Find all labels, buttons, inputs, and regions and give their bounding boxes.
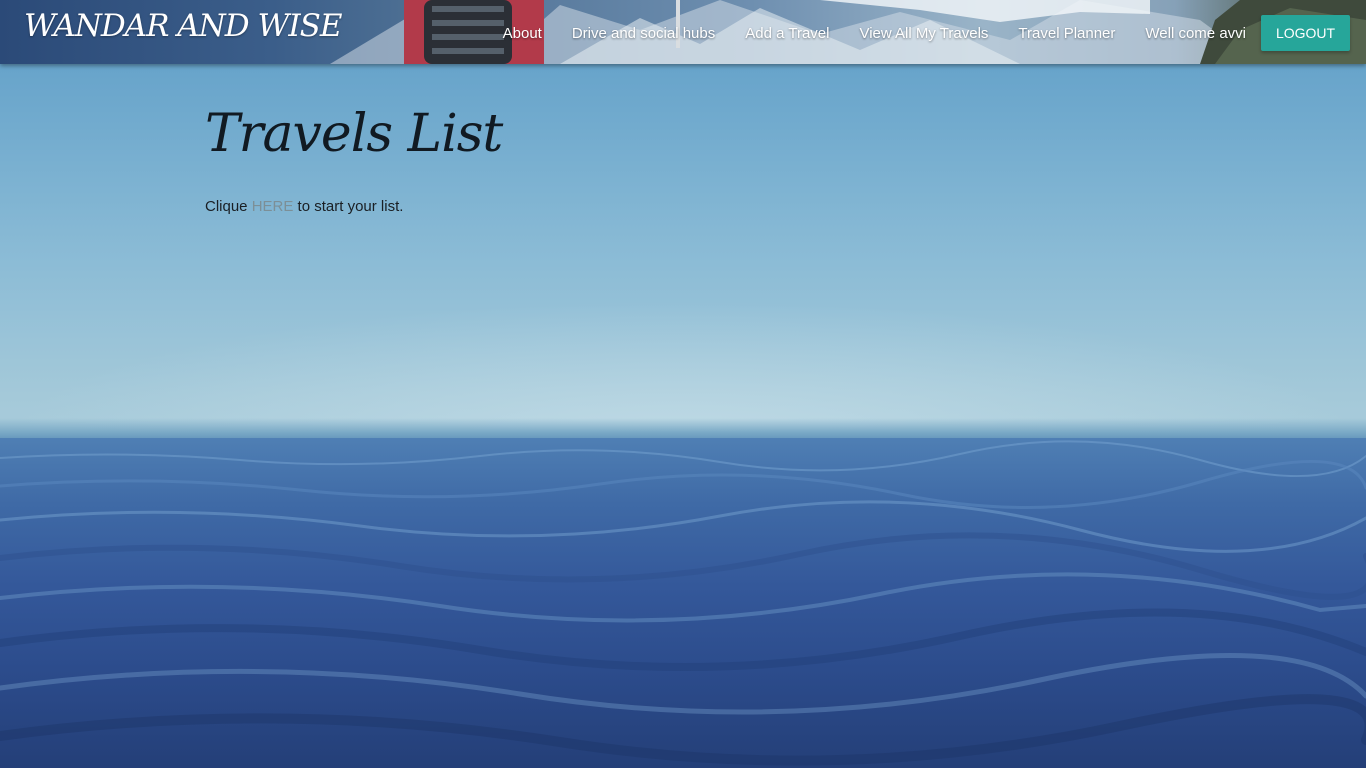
intro-text: Clique HERE to start your list.	[205, 198, 1165, 215]
top-navbar: WANDAR AND WISE About Drive and social h…	[0, 0, 1366, 64]
intro-text-before: Clique	[205, 198, 252, 215]
nav-link-travel-planner[interactable]: Travel Planner	[1018, 25, 1115, 42]
intro-text-after: to start your list.	[293, 198, 404, 215]
wave-pattern	[0, 440, 1366, 766]
sea-background	[0, 438, 1366, 768]
nav-link-add-a-travel[interactable]: Add a Travel	[745, 25, 829, 42]
nav-link-about[interactable]: About	[503, 25, 542, 42]
logout-button[interactable]: LOGOUT	[1261, 15, 1350, 51]
nav-link-view-all-my-travels[interactable]: View All My Travels	[859, 25, 988, 42]
page-title: Travels List	[205, 104, 503, 164]
nav-link-drive-and-social-hubs[interactable]: Drive and social hubs	[572, 25, 715, 42]
main-content: Travels List Clique HERE to start your l…	[205, 96, 1165, 215]
start-list-link[interactable]: HERE	[252, 198, 294, 215]
page: WANDAR AND WISE About Drive and social h…	[0, 0, 1366, 768]
nav-menu: About Drive and social hubs Add a Travel…	[503, 15, 1350, 51]
welcome-message: Well come avvi	[1145, 24, 1246, 42]
brand-logo[interactable]: WANDAR AND WISE	[24, 8, 342, 44]
